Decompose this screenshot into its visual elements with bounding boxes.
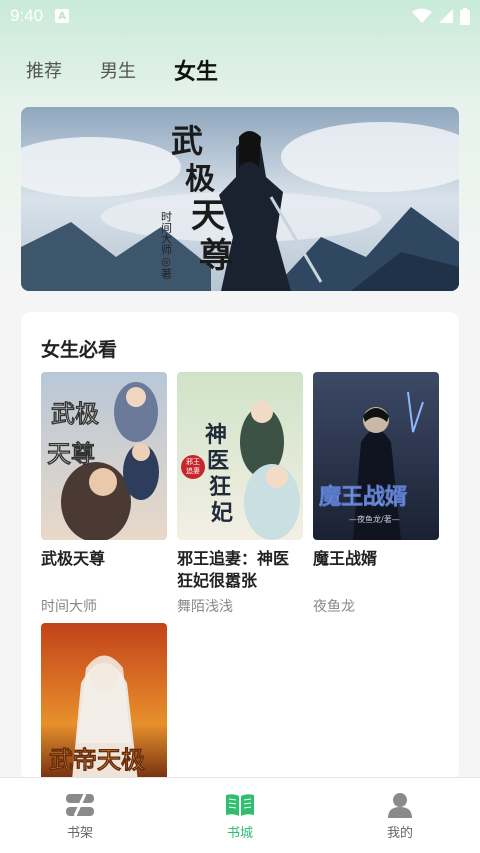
bottom-nav: 书架 书城 我的 — [0, 777, 480, 853]
svg-text:武帝天极: 武帝天极 — [49, 745, 145, 774]
user-icon — [388, 793, 412, 818]
section-card: 女生必看 武极 天尊 武极天尊 时间大师 邪王 追妻 神 医 狂 妃 邪王追妻：… — [21, 312, 459, 791]
notification-icon: A — [55, 9, 70, 23]
banner-image: 武 极 天 尊 时间大师◎著 — [21, 107, 459, 291]
top-tabs: 推荐 男生 女生 — [26, 50, 218, 90]
tab-recommend[interactable]: 推荐 — [26, 57, 62, 83]
nav-bookstore[interactable]: 书城 — [160, 778, 320, 853]
book-title[interactable]: 武极天尊 — [41, 548, 167, 592]
nav-label: 书架 — [66, 826, 93, 841]
wifi-icon — [412, 8, 432, 23]
book-cover[interactable]: 魔王战婿 —夜鱼龙/著— — [313, 372, 439, 540]
book-author: 舞陌浅浅 — [177, 599, 233, 615]
book-cover[interactable]: 邪王 追妻 神 医 狂 妃 — [177, 372, 303, 540]
svg-text:时间大师◎著: 时间大师◎著 — [160, 211, 173, 280]
book-cover[interactable]: 武帝天极 — [41, 623, 167, 791]
tab-female[interactable]: 女生 — [174, 54, 218, 86]
signal-icon — [439, 9, 453, 23]
svg-text:妃: 妃 — [211, 500, 233, 526]
svg-text:武: 武 — [171, 122, 203, 160]
nav-mine[interactable]: 我的 — [320, 778, 480, 853]
svg-text:医: 医 — [207, 448, 229, 474]
book-title[interactable]: 邪王追妻：神医狂妃很嚣张 — [177, 548, 303, 592]
svg-text:魔王战婿: 魔王战婿 — [319, 484, 407, 510]
book-author: 夜鱼龙 — [313, 599, 355, 615]
svg-text:狂: 狂 — [209, 474, 231, 500]
svg-text:神: 神 — [205, 422, 227, 448]
book-item[interactable]: 邪王 追妻 神 医 狂 妃 邪王追妻：神医狂妃很嚣张 舞陌浅浅 — [177, 372, 303, 616]
nav-label: 我的 — [386, 826, 413, 841]
cover-text: 武极 — [51, 399, 99, 428]
book-item[interactable]: 武帝天极 — [41, 623, 167, 791]
book-item[interactable]: 魔王战婿 —夜鱼龙/著— 魔王战婿 夜鱼龙 — [313, 372, 439, 616]
book-title[interactable]: 魔王战婿 — [313, 548, 439, 592]
nav-bookshelf[interactable]: 书架 — [0, 778, 160, 853]
book-item[interactable]: 武极 天尊 武极天尊 时间大师 — [41, 372, 167, 616]
tab-male[interactable]: 男生 — [100, 57, 136, 83]
book-cover[interactable]: 武极 天尊 — [41, 372, 167, 540]
svg-text:极: 极 — [185, 162, 215, 197]
svg-text:—夜鱼龙/著—: —夜鱼龙/著— — [349, 514, 400, 524]
status-bar: 9:40 A — [0, 0, 480, 32]
section-title: 女生必看 — [41, 339, 118, 361]
status-time: 9:40 — [10, 6, 44, 25]
book-author: 时间大师 — [41, 599, 97, 615]
svg-text:追妻: 追妻 — [186, 466, 200, 475]
svg-text:尊: 尊 — [199, 236, 233, 276]
svg-text:天: 天 — [191, 196, 225, 236]
book-open-icon — [226, 794, 254, 816]
bookshelf-icon — [66, 793, 94, 817]
svg-text:天尊: 天尊 — [47, 439, 95, 468]
battery-icon — [460, 7, 470, 25]
svg-text:邪王: 邪王 — [186, 458, 200, 466]
nav-label: 书城 — [226, 826, 253, 841]
banner[interactable]: 武 极 天 尊 时间大师◎著 — [21, 107, 459, 291]
